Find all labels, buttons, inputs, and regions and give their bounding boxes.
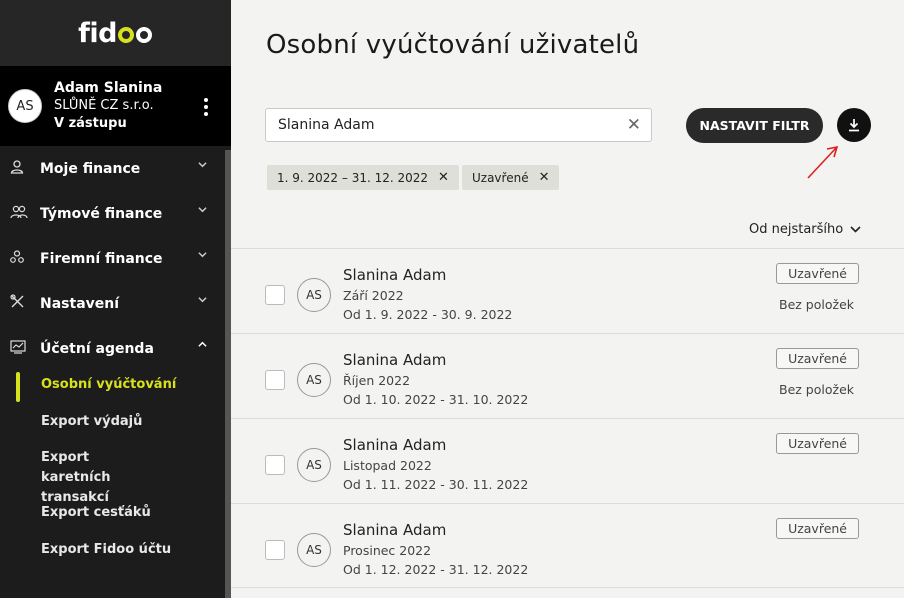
status-badge: Uzavřené (776, 348, 859, 369)
status-badge: Uzavřené (776, 518, 859, 539)
avatar: AS (297, 448, 331, 482)
row-name: Slanina Adam (343, 266, 447, 284)
row-period: Listopad 2022 (343, 458, 432, 473)
nav-tymove-finance[interactable]: Týmové finance (0, 191, 231, 236)
accounting-icon (10, 339, 30, 358)
row-range: Od 1. 9. 2022 - 30. 9. 2022 (343, 307, 513, 322)
list-item[interactable]: AS Slanina Adam Září 2022 Od 1. 9. 2022 … (231, 248, 904, 333)
remove-chip-icon[interactable]: ✕ (438, 170, 449, 185)
remove-chip-icon[interactable]: ✕ (539, 170, 550, 185)
team-icon (10, 205, 30, 223)
user-company: SLŮNĚ CZ s.r.o. (54, 98, 154, 113)
sidebar-item-export-cestaku[interactable]: Export cesťáků (0, 503, 151, 523)
fidoo-logo[interactable]: fid (78, 18, 153, 49)
company-icon (10, 249, 30, 268)
date-filter-chip[interactable]: 1. 9. 2022 – 31. 12. 2022 ✕ (267, 165, 459, 190)
annotation-arrow-icon (807, 145, 839, 179)
row-name: Slanina Adam (343, 351, 447, 369)
chip-label: 1. 9. 2022 – 31. 12. 2022 (277, 170, 429, 185)
row-checkbox[interactable] (265, 455, 285, 475)
nav-label: Nastavení (40, 295, 120, 312)
search-value: Slanina Adam (278, 117, 375, 133)
chip-label: Uzavřené (472, 170, 529, 185)
nav-label: Týmové finance (40, 205, 163, 222)
nav-label: Firemní finance (40, 250, 163, 267)
user-role: V zástupu (54, 116, 127, 131)
user-panel[interactable]: AS Adam Slanina SLŮNĚ CZ s.r.o. V zástup… (0, 66, 231, 146)
sort-dropdown[interactable]: Od nejstaršího (749, 222, 861, 237)
nav-nastaveni[interactable]: Nastavení (0, 281, 231, 326)
logo-bar: fid (0, 0, 231, 66)
sidebar-item-export-vydaju[interactable]: Export výdajů (0, 412, 142, 432)
download-button[interactable] (837, 108, 871, 142)
row-checkbox[interactable] (265, 370, 285, 390)
clear-icon[interactable]: ✕ (627, 115, 641, 135)
row-range: Od 1. 11. 2022 - 30. 11. 2022 (343, 477, 529, 492)
chevron-up-icon (198, 341, 207, 347)
chevron-down-icon (198, 207, 207, 213)
avatar: AS (297, 533, 331, 567)
avatar: AS (297, 278, 331, 312)
chevron-down-icon (198, 297, 207, 303)
list-item[interactable]: AS Slanina Adam Prosinec 2022 Od 1. 12. … (231, 503, 904, 588)
search-input[interactable]: Slanina Adam ✕ (265, 108, 652, 142)
nav-moje-finance[interactable]: Moje finance (0, 146, 231, 191)
tools-icon (10, 294, 30, 313)
user-name: Adam Slanina (54, 80, 163, 96)
avatar: AS (297, 363, 331, 397)
sidebar-item-export-fidoo-uctu[interactable]: Export Fidoo účtu (0, 540, 171, 560)
set-filter-button[interactable]: NASTAVIT FILTR (686, 108, 823, 143)
user-info: Adam Slanina SLŮNĚ CZ s.r.o. V zástupu (54, 79, 162, 133)
row-note: Bez položek (779, 382, 854, 397)
page-title: Osobní vyúčtování uživatelů (266, 30, 640, 60)
nav-label: Moje finance (40, 160, 141, 177)
row-note: Bez položek (779, 297, 854, 312)
sidebar-item-export-karetnich-transakci[interactable]: Export karetních transakcí (0, 448, 160, 508)
row-checkbox[interactable] (265, 540, 285, 560)
sidebar-item-osobni-vyuctovani[interactable]: Osobní vyúčtování (0, 375, 176, 395)
row-period: Říjen 2022 (343, 373, 411, 388)
nav-ucetni-agenda[interactable]: Účetní agenda (0, 326, 231, 371)
row-period: Prosinec 2022 (343, 543, 432, 558)
sidebar: fid AS Adam Slanina SLŮNĚ CZ s.r.o. V zá… (0, 0, 231, 598)
person-icon (10, 159, 30, 178)
row-checkbox[interactable] (265, 285, 285, 305)
chevron-down-icon (198, 252, 207, 258)
status-badge: Uzavřené (776, 263, 859, 284)
status-badge: Uzavřené (776, 433, 859, 454)
nav-label: Účetní agenda (40, 340, 154, 357)
row-period: Září 2022 (343, 288, 404, 303)
status-filter-chip[interactable]: Uzavřené ✕ (462, 165, 560, 190)
row-name: Slanina Adam (343, 521, 447, 539)
chevron-down-icon (850, 226, 861, 233)
sort-label: Od nejstaršího (749, 222, 844, 237)
nav-firemni-finance[interactable]: Firemní finance (0, 236, 231, 281)
settlement-list: AS Slanina Adam Září 2022 Od 1. 9. 2022 … (231, 248, 904, 588)
list-item[interactable]: AS Slanina Adam Listopad 2022 Od 1. 11. … (231, 418, 904, 503)
row-name: Slanina Adam (343, 436, 447, 454)
user-avatar: AS (8, 89, 42, 123)
list-item[interactable]: AS Slanina Adam Říjen 2022 Od 1. 10. 202… (231, 333, 904, 418)
row-range: Od 1. 12. 2022 - 31. 12. 2022 (343, 562, 529, 577)
row-range: Od 1. 10. 2022 - 31. 10. 2022 (343, 392, 529, 407)
download-icon (849, 119, 859, 132)
chevron-down-icon (198, 162, 207, 168)
user-menu-icon[interactable] (204, 98, 208, 116)
